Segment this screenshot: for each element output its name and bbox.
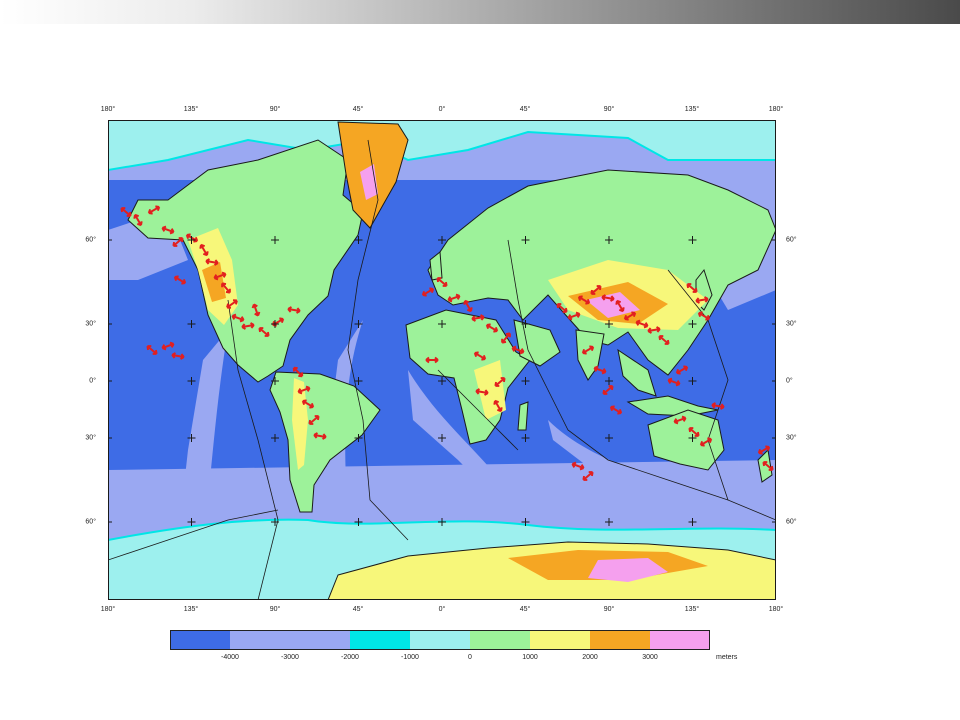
world-stress-map xyxy=(108,120,776,600)
lon-label: 135° xyxy=(183,106,199,113)
lat-label: 30° xyxy=(85,320,96,328)
lon-label: 180° xyxy=(768,606,784,613)
colorbar-tick: 2000 xyxy=(582,654,598,661)
lat-label: 30° xyxy=(786,434,797,442)
lon-label: 135° xyxy=(684,106,700,113)
lat-label: 60° xyxy=(85,236,96,244)
lat-label: 30° xyxy=(786,320,797,328)
lon-label: 0° xyxy=(438,106,446,113)
lat-label: 60° xyxy=(786,236,797,244)
colorbar-tick: 1000 xyxy=(522,654,538,661)
lon-label: 45° xyxy=(519,106,531,113)
slide-title-bar xyxy=(0,0,960,24)
colorbar-tick: 0 xyxy=(468,654,472,661)
lon-label: 45° xyxy=(352,606,364,613)
colorbar-tick: -2000 xyxy=(341,654,359,661)
lon-label: 45° xyxy=(519,606,531,613)
lon-label: 90° xyxy=(269,606,281,613)
colorbar-tick: -1000 xyxy=(401,654,419,661)
lon-label: 180° xyxy=(768,106,784,113)
lon-label: 180° xyxy=(100,106,116,113)
lat-label: 60° xyxy=(786,518,797,526)
colorbar-units: meters xyxy=(716,654,738,661)
lon-label: 45° xyxy=(352,106,364,113)
colorbar-tick: -4000 xyxy=(221,654,239,661)
lon-label: 180° xyxy=(100,606,116,613)
colorbar-tick: 3000 xyxy=(642,654,658,661)
lat-label: 60° xyxy=(85,518,96,526)
elevation-colorbar xyxy=(170,630,710,650)
lat-label: 0° xyxy=(89,377,96,385)
colorbar-frame xyxy=(170,630,710,650)
lat-label: 30° xyxy=(85,434,96,442)
lon-label: 90° xyxy=(269,106,281,113)
colorbar-tick: -3000 xyxy=(281,654,299,661)
lon-label: 135° xyxy=(183,606,199,613)
lon-label: 135° xyxy=(684,606,700,613)
lon-label: 90° xyxy=(603,106,615,113)
madagascar xyxy=(517,401,529,431)
lat-label: 0° xyxy=(786,377,793,385)
lon-label: 90° xyxy=(603,606,615,613)
lon-label: 0° xyxy=(438,606,446,613)
